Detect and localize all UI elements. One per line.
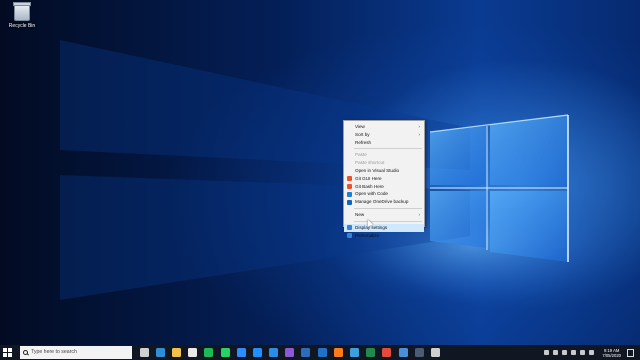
menu-item-git-gui-here[interactable]: Git GUI Here [344, 175, 424, 183]
clock-date: 7/05/2020 [602, 352, 621, 358]
terminal-icon[interactable] [414, 348, 424, 357]
menu-item-label: Git Bash Here [355, 183, 384, 189]
chevron-right-icon: › [418, 211, 421, 217]
wifi-icon[interactable] [571, 350, 577, 355]
paint-icon[interactable] [350, 348, 360, 357]
menu-item-label: Sort by [355, 131, 370, 137]
menu-item-label: Paste shortcut [355, 160, 385, 166]
chevron-up-icon[interactable] [544, 350, 550, 355]
git-icon [347, 184, 352, 190]
photos-icon[interactable] [398, 348, 408, 357]
search-icon [23, 350, 28, 355]
microphone-icon[interactable] [562, 350, 568, 355]
menu-item-sort-by[interactable]: Sort by › [344, 131, 424, 139]
search-placeholder: Type here to search [31, 349, 77, 355]
network-icon[interactable] [553, 350, 559, 355]
chevron-right-icon: › [418, 124, 421, 129]
menu-item-label: Manage OneDrive backup [355, 199, 409, 205]
menu-item-label: Personalize [355, 232, 380, 238]
firefox-icon[interactable] [333, 348, 343, 357]
menu-separator [354, 148, 422, 150]
taskbar: Type here to search 9:19 AM 7/05/2020 [0, 345, 640, 360]
zoom-icon[interactable] [236, 348, 246, 357]
windows-start-icon-pane [8, 348, 12, 352]
windows-start-icon [3, 348, 7, 352]
edge-icon[interactable] [155, 348, 165, 357]
menu-item-paste-shortcut: Paste shortcut [344, 159, 424, 167]
menu-item-personalize[interactable]: Personalize [344, 232, 424, 240]
windows-start-icon-pane [3, 353, 7, 357]
desktop[interactable]: Recycle Bin View › Sort by › Refresh Paste Pas… [0, 0, 640, 345]
windows-logo-wallpaper [60, 40, 620, 305]
notification-center-icon[interactable] [627, 348, 634, 357]
menu-item-manage-onedrive-backup[interactable]: Manage OneDrive backup [344, 198, 424, 206]
vscode-icon[interactable] [269, 348, 279, 357]
chevron-right-icon: › [418, 131, 421, 137]
whatsapp-icon[interactable] [220, 348, 230, 357]
recycle-bin-desktop-icon[interactable]: Recycle Bin [4, 2, 40, 29]
file-explorer-icon[interactable] [171, 348, 181, 357]
menu-item-open-in-visual-studio[interactable]: Open in Visual Studio [344, 167, 424, 175]
menu-separator [354, 207, 422, 209]
menu-item-label: Open with Code [355, 191, 388, 197]
settings-icon[interactable] [430, 348, 440, 357]
chrome-icon[interactable] [382, 348, 392, 357]
menu-item-label: Git GUI Here [355, 175, 382, 181]
menu-item-refresh[interactable]: Refresh [344, 139, 424, 147]
recycle-bin-icon [13, 2, 31, 21]
language-icon[interactable] [589, 350, 595, 355]
spotify-icon[interactable] [204, 348, 214, 357]
clock-time: 9:19 AM [603, 347, 620, 353]
personalize-icon [347, 233, 352, 239]
onedrive-icon [347, 199, 352, 205]
menu-item-label: Paste [355, 152, 367, 158]
menu-item-new[interactable]: New › [344, 211, 424, 219]
git-icon [347, 176, 352, 182]
menu-item-view[interactable]: View › [344, 123, 424, 131]
menu-item-git-bash-here[interactable]: Git Bash Here [344, 183, 424, 191]
powershell-icon[interactable] [301, 348, 311, 357]
excel-icon[interactable] [366, 348, 376, 357]
task-view-icon[interactable] [139, 348, 149, 357]
menu-item-label: New [355, 211, 365, 217]
menu-item-label: Open in Visual Studio [355, 167, 400, 173]
store-icon[interactable] [188, 348, 198, 357]
desktop-context-menu: View › Sort by › Refresh Paste Paste shortcut O… [343, 120, 425, 239]
system-tray: 9:19 AM 7/05/2020 [542, 345, 634, 360]
menu-item-open-with-code[interactable]: Open with Code [344, 190, 424, 198]
windows-start-icon-pane [8, 353, 12, 357]
menu-item-label: Refresh [355, 139, 372, 145]
start-button[interactable] [3, 348, 12, 357]
display-icon [347, 225, 352, 231]
taskbar-search-box[interactable]: Type here to search [20, 346, 132, 359]
taskbar-pinned-apps [136, 345, 444, 360]
recycle-bin-label: Recycle Bin [8, 23, 36, 29]
vscode-icon [347, 191, 352, 197]
visual-studio-icon[interactable] [285, 348, 295, 357]
menu-item-label: View [355, 124, 365, 129]
menu-item-display-settings[interactable]: Display settings [344, 223, 424, 232]
volume-icon[interactable] [580, 350, 586, 355]
menu-item-paste: Paste [344, 151, 424, 159]
taskbar-clock[interactable]: 9:19 AM 7/05/2020 [602, 348, 621, 358]
outlook-icon[interactable] [317, 348, 327, 357]
menu-item-label: Display settings [355, 224, 388, 230]
messenger-icon[interactable] [252, 348, 262, 357]
